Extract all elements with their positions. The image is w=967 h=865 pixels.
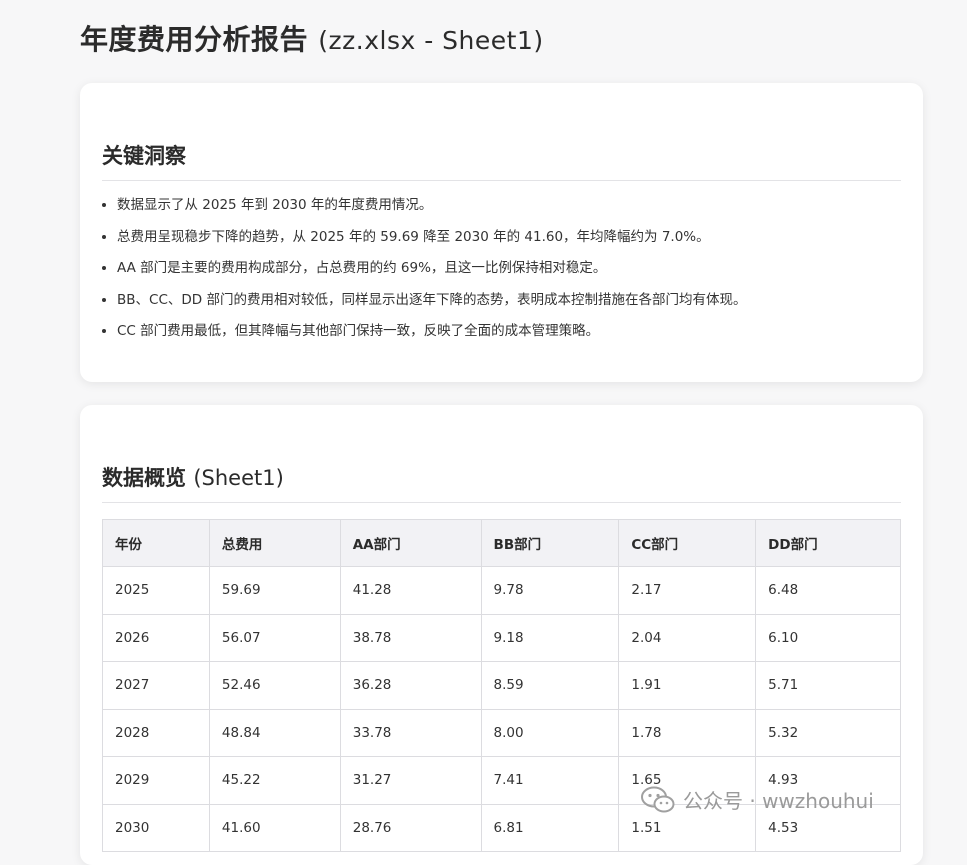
table-row: 2025 59.69 41.28 9.78 2.17 6.48 — [102, 566, 901, 615]
cell-year: 2028 — [102, 708, 210, 757]
column-header-aa: AA部门 — [339, 519, 482, 567]
cell-cc: 2.17 — [618, 566, 757, 615]
cell-bb: 7.41 — [480, 756, 620, 805]
cell-dd: 5.71 — [755, 661, 901, 710]
cell-bb: 9.78 — [480, 566, 620, 615]
page-title-main: 年度费用分析报告 — [80, 23, 309, 56]
cell-dd: 5.32 — [755, 708, 901, 757]
cell-year: 2025 — [102, 566, 210, 615]
cell-total: 59.69 — [208, 566, 341, 615]
cell-total: 48.84 — [208, 708, 341, 757]
cell-aa: 28.76 — [339, 803, 482, 852]
column-header-total: 总费用 — [208, 519, 341, 567]
page-title: 年度费用分析报告 (zz.xlsx - Sheet1) — [80, 18, 544, 58]
cell-total: 41.60 — [208, 803, 341, 852]
watermark: 公众号 · wwzhouhui — [641, 785, 874, 814]
cell-bb: 6.81 — [480, 803, 620, 852]
wechat-icon — [641, 786, 675, 812]
cell-aa: 33.78 — [339, 708, 482, 757]
insights-card: 关键洞察 数据显示了从 2025 年到 2030 年的年度费用情况。 总费用呈现… — [80, 83, 923, 382]
cell-aa: 36.28 — [339, 661, 482, 710]
cell-aa: 31.27 — [339, 756, 482, 805]
cell-year: 2026 — [102, 613, 210, 662]
overview-heading: 数据概览 (Sheet1) — [102, 462, 901, 503]
cell-aa: 38.78 — [339, 613, 482, 662]
table-row: 2026 56.07 38.78 9.18 2.04 6.10 — [102, 613, 901, 662]
cell-cc: 1.78 — [618, 708, 757, 757]
column-header-bb: BB部门 — [480, 519, 620, 567]
cell-total: 45.22 — [208, 756, 341, 805]
cell-bb: 9.18 — [480, 613, 620, 662]
watermark-text: 公众号 · wwzhouhui — [683, 789, 874, 813]
column-header-year: 年份 — [102, 519, 210, 567]
column-header-cc: CC部门 — [618, 519, 757, 567]
insights-heading: 关键洞察 — [102, 140, 901, 181]
insight-item: CC 部门费用最低，但其降幅与其他部门保持一致，反映了全面的成本管理策略。 — [117, 321, 901, 341]
overview-heading-sheet: (Sheet1) — [193, 466, 284, 490]
cell-aa: 41.28 — [339, 566, 482, 615]
cell-cc: 1.91 — [618, 661, 757, 710]
cell-year: 2030 — [102, 803, 210, 852]
cell-year: 2029 — [102, 756, 210, 805]
page-title-file: (zz.xlsx - Sheet1) — [318, 26, 544, 55]
cell-bb: 8.59 — [480, 661, 620, 710]
insight-item: AA 部门是主要的费用构成部分，占总费用的约 69%，且这一比例保持相对稳定。 — [117, 258, 901, 278]
cell-dd: 6.48 — [755, 566, 901, 615]
cell-total: 52.46 — [208, 661, 341, 710]
cell-year: 2027 — [102, 661, 210, 710]
table-header-row: 年份 总费用 AA部门 BB部门 CC部门 DD部门 — [102, 519, 901, 567]
overview-heading-main: 数据概览 — [102, 466, 186, 490]
cell-bb: 8.00 — [480, 708, 620, 757]
insight-item: BB、CC、DD 部门的费用相对较低，同样显示出逐年下降的态势，表明成本控制措施… — [117, 290, 901, 310]
table-row: 2028 48.84 33.78 8.00 1.78 5.32 — [102, 708, 901, 757]
cell-cc: 2.04 — [618, 613, 757, 662]
insights-list: 数据显示了从 2025 年到 2030 年的年度费用情况。 总费用呈现稳步下降的… — [102, 195, 901, 341]
cell-total: 56.07 — [208, 613, 341, 662]
cell-dd: 6.10 — [755, 613, 901, 662]
insight-item: 总费用呈现稳步下降的趋势，从 2025 年的 59.69 降至 2030 年的 … — [117, 227, 901, 247]
column-header-dd: DD部门 — [755, 519, 901, 567]
insight-item: 数据显示了从 2025 年到 2030 年的年度费用情况。 — [117, 195, 901, 215]
table-row: 2027 52.46 36.28 8.59 1.91 5.71 — [102, 661, 901, 710]
